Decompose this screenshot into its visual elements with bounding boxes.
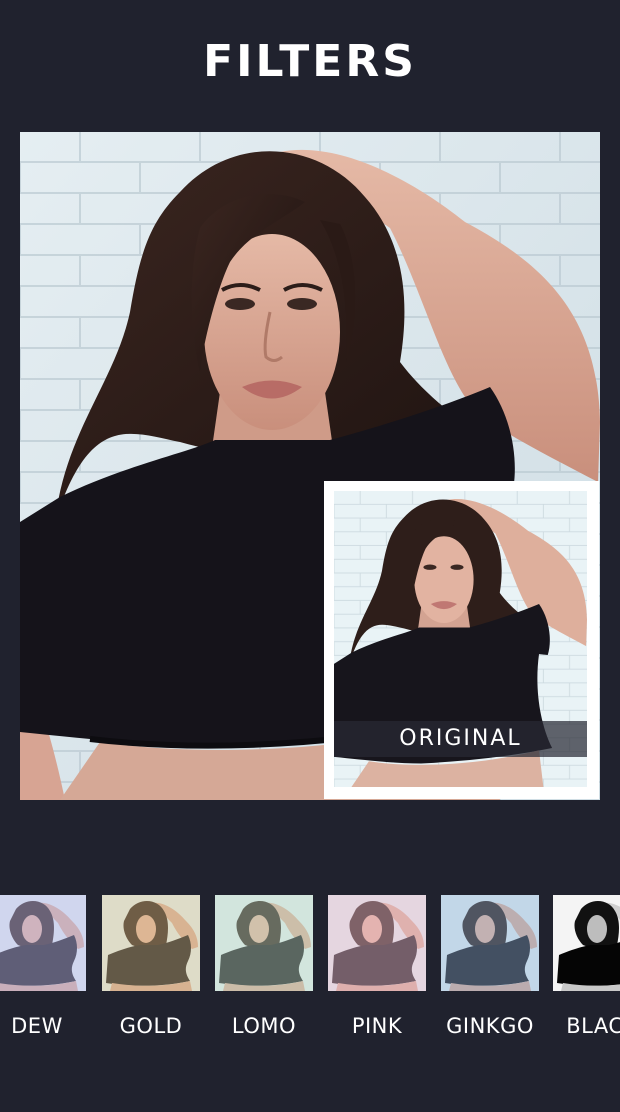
filter-strip[interactable]: DEW GOLD LOMO PINK GINKGO BLACK bbox=[0, 895, 620, 1055]
filter-thumbnail-art bbox=[102, 895, 200, 991]
filter-label: PINK bbox=[351, 1014, 403, 1038]
filter-thumbnail bbox=[215, 895, 313, 991]
filter-thumbnail bbox=[328, 895, 426, 991]
original-photo-inset[interactable]: ORIGINAL bbox=[324, 481, 599, 799]
filter-item-gold[interactable]: GOLD bbox=[102, 895, 200, 1055]
filter-label: DEW bbox=[11, 1014, 63, 1038]
filter-item-black[interactable]: BLACK bbox=[553, 895, 620, 1055]
filter-thumbnail bbox=[102, 895, 200, 991]
filter-item-lomo[interactable]: LOMO bbox=[215, 895, 313, 1055]
filter-thumbnail-art bbox=[0, 895, 86, 991]
filter-thumbnail bbox=[0, 895, 86, 991]
filter-thumbnail bbox=[553, 895, 620, 991]
filter-thumbnail-art bbox=[215, 895, 313, 991]
filter-label: GINKGO bbox=[446, 1014, 534, 1038]
filter-item-ginkgo[interactable]: GINKGO bbox=[441, 895, 539, 1055]
filter-thumbnail bbox=[441, 895, 539, 991]
page-title: FILTERS bbox=[203, 36, 417, 87]
filter-label: BLACK bbox=[566, 1014, 620, 1038]
original-photo: ORIGINAL bbox=[334, 491, 587, 787]
filter-item-pink[interactable]: PINK bbox=[328, 895, 426, 1055]
filter-item-dew[interactable]: DEW bbox=[0, 895, 86, 1055]
filter-label: GOLD bbox=[119, 1014, 183, 1038]
filter-thumbnail-art bbox=[553, 895, 620, 991]
filter-thumbnail-art bbox=[328, 895, 426, 991]
filter-thumbnail-art bbox=[441, 895, 539, 991]
original-label: ORIGINAL bbox=[334, 721, 587, 757]
filter-label: LOMO bbox=[231, 1014, 297, 1038]
